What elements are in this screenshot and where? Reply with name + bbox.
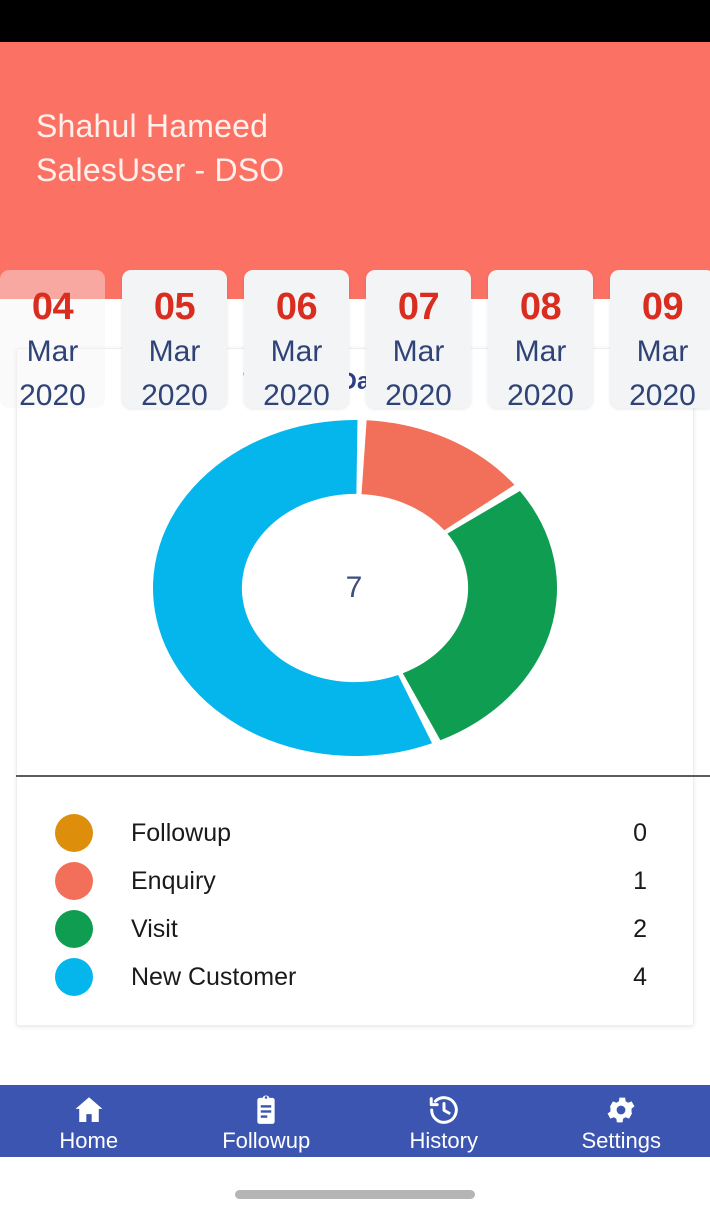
app-screen: Shahul Hameed SalesUser - DSO 04 Mar 202… xyxy=(0,0,710,1225)
gesture-nav-area xyxy=(0,1157,710,1225)
main-content: Today's Dashboard 7 Followup 0 Enquiry 1 xyxy=(0,299,710,1225)
legend-color-dot xyxy=(55,814,93,852)
date-card-year: 2020 xyxy=(507,379,574,412)
legend-label: Visit xyxy=(131,914,178,943)
legend-label: Followup xyxy=(131,818,232,847)
date-card-year: 2020 xyxy=(19,379,86,412)
legend-value: 0 xyxy=(633,818,647,847)
status-bar xyxy=(0,0,710,42)
chart-legend: Followup 0 Enquiry 1 Visit 2 New Custome… xyxy=(17,781,693,1001)
card-divider xyxy=(16,775,710,777)
legend-value: 4 xyxy=(633,962,647,991)
app-header: Shahul Hameed SalesUser - DSO 04 Mar 202… xyxy=(0,42,710,412)
list-item[interactable]: Visit 2 xyxy=(55,905,655,953)
date-card-month: Mar xyxy=(392,335,445,368)
user-role: SalesUser - DSO xyxy=(36,152,285,188)
bottom-navigation-bar[interactable]: Home Followup History Settings xyxy=(0,1085,710,1157)
donut-center-total: 7 xyxy=(345,571,363,604)
legend-label: New Customer xyxy=(131,962,297,991)
nav-item-settings[interactable]: Settings xyxy=(533,1085,710,1157)
date-card[interactable]: 05 Mar 2020 xyxy=(122,270,227,412)
nav-label: History xyxy=(409,1127,478,1153)
date-card-year: 2020 xyxy=(263,379,330,412)
date-card-month: Mar xyxy=(636,335,689,368)
date-card-year: 2020 xyxy=(385,379,452,412)
nav-item-home[interactable]: Home xyxy=(0,1085,178,1157)
home-icon xyxy=(72,1093,106,1127)
date-card-month: Mar xyxy=(148,335,201,368)
nav-label: Followup xyxy=(222,1127,311,1153)
date-card-day: 08 xyxy=(519,286,562,328)
legend-label: Enquiry xyxy=(131,866,216,895)
list-item[interactable]: Enquiry 1 xyxy=(55,857,655,905)
nav-label: Home xyxy=(59,1127,119,1153)
gesture-home-bar[interactable] xyxy=(235,1189,475,1199)
gear-icon xyxy=(604,1093,638,1127)
date-card-day: 06 xyxy=(275,286,318,328)
date-card-month: Mar xyxy=(26,335,79,368)
clipboard-icon xyxy=(249,1093,283,1127)
legend-color-dot xyxy=(55,862,93,900)
legend-value: 1 xyxy=(633,866,647,895)
date-card[interactable]: 04 Mar 2020 xyxy=(0,270,105,412)
list-item[interactable]: Followup 0 xyxy=(55,809,655,857)
date-card-year: 2020 xyxy=(629,379,696,412)
legend-color-dot xyxy=(55,958,93,996)
legend-color-dot xyxy=(55,910,93,948)
date-card[interactable]: 07 Mar 2020 xyxy=(366,270,471,412)
date-card-year: 2020 xyxy=(141,379,208,412)
date-card-day: 09 xyxy=(641,286,684,328)
legend-value: 2 xyxy=(633,914,647,943)
date-card[interactable]: 09 Mar 2020 xyxy=(610,270,710,412)
date-card-day: 04 xyxy=(31,286,74,328)
history-clock-icon xyxy=(427,1093,461,1127)
date-card-day: 05 xyxy=(153,286,196,328)
date-card[interactable]: 06 Mar 2020 xyxy=(244,270,349,412)
dashboard-card: Today's Dashboard 7 Followup 0 Enquiry 1 xyxy=(16,348,710,1026)
nav-label: Settings xyxy=(581,1127,662,1153)
user-name: Shahul Hameed xyxy=(36,108,269,144)
date-card-month: Mar xyxy=(514,335,567,368)
list-item[interactable]: New Customer 4 xyxy=(55,953,655,1001)
nav-item-history[interactable]: History xyxy=(355,1085,533,1157)
nav-item-followup[interactable]: Followup xyxy=(178,1085,356,1157)
date-card-month: Mar xyxy=(270,335,323,368)
date-card[interactable]: 08 Mar 2020 xyxy=(488,270,593,412)
donut-slice-visit[interactable] xyxy=(402,490,557,741)
donut-chart: 7 xyxy=(17,408,693,768)
date-card-day: 07 xyxy=(397,286,440,328)
date-selector-strip[interactable]: 04 Mar 2020 05 Mar 2020 06 Mar 2020 07 M… xyxy=(0,270,710,412)
